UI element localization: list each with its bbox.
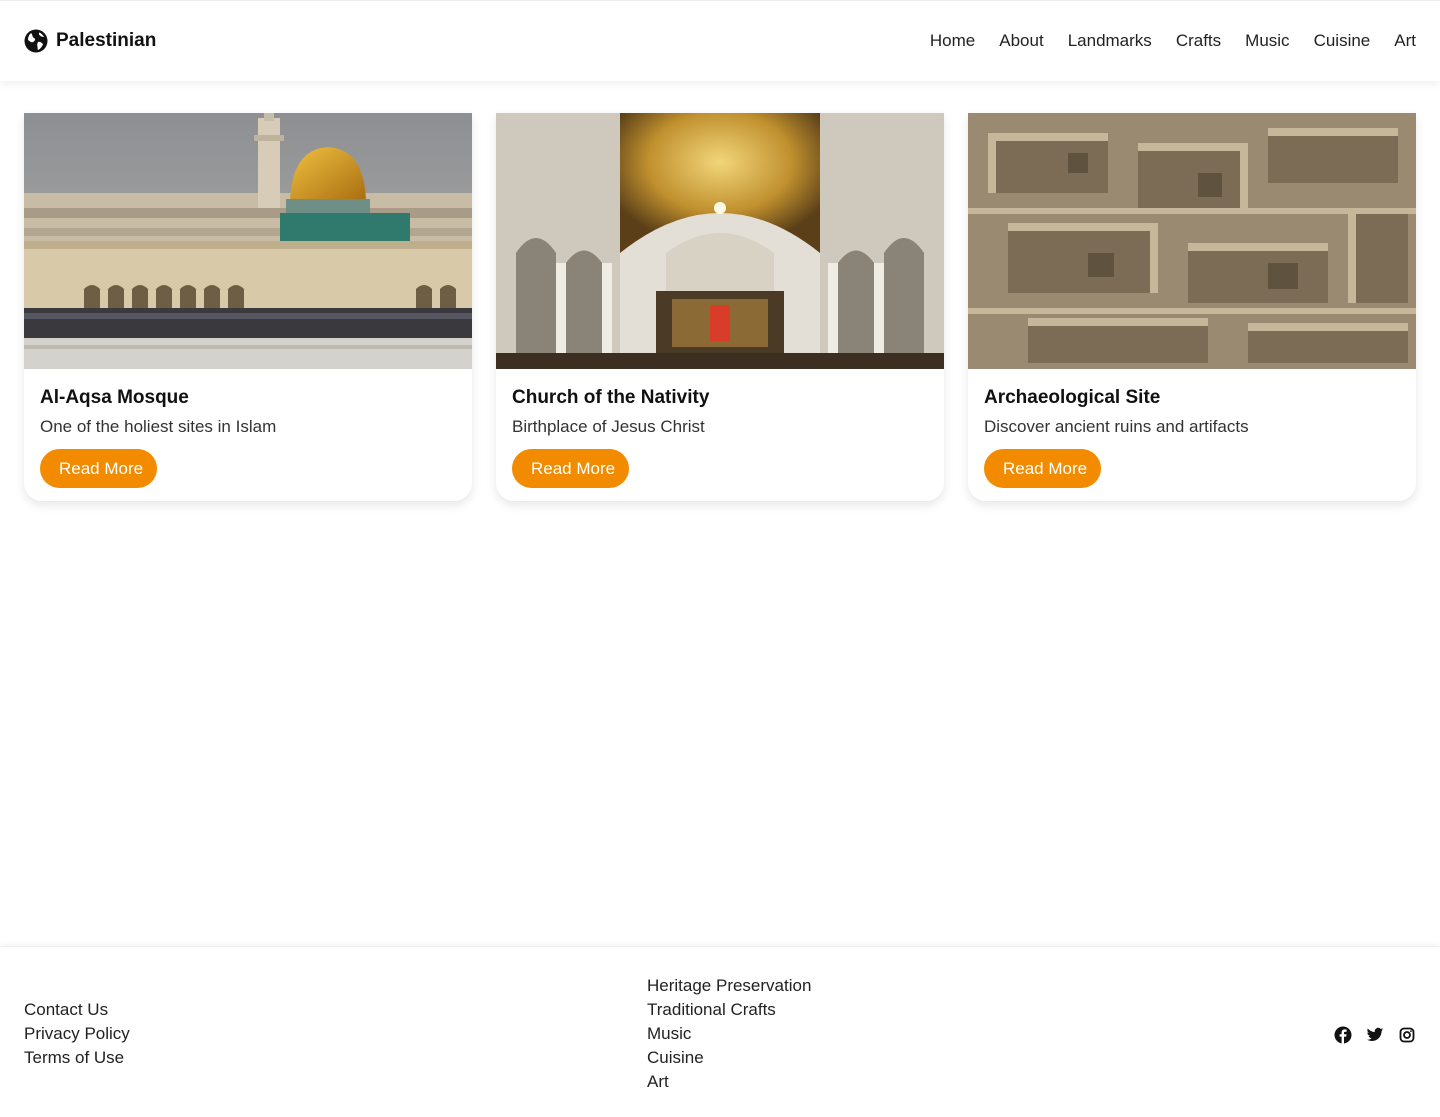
- footer-legal-links: Contact Us Privacy Policy Terms of Use: [24, 1000, 130, 1067]
- nav-crafts[interactable]: Crafts: [1176, 31, 1221, 51]
- nav-art[interactable]: Art: [1394, 31, 1416, 51]
- card-description: Birthplace of Jesus Christ: [512, 417, 705, 436]
- brand-name: Palestinian: [56, 30, 157, 51]
- read-more-button[interactable]: Read More: [512, 449, 630, 488]
- read-more-button[interactable]: Read More: [40, 449, 158, 488]
- card-church-of-the-nativity: Church of the Nativity Birthplace of Jes…: [496, 113, 944, 501]
- nav-home[interactable]: Home: [930, 31, 975, 51]
- card-description: Discover ancient ruins and artifacts: [984, 417, 1249, 436]
- mosque-photo: [24, 113, 472, 369]
- main-nav: Home About Landmarks Crafts Music Cuisin…: [930, 31, 1416, 51]
- landmark-cards: Al-Aqsa Mosque One of the holiest sites …: [24, 113, 1416, 501]
- facebook-icon[interactable]: [1334, 1026, 1352, 1044]
- instagram-icon[interactable]: [1398, 1026, 1416, 1044]
- card-title: Al-Aqsa Mosque: [40, 387, 189, 408]
- brand[interactable]: Palestinian: [24, 29, 156, 53]
- footer-link-heritage[interactable]: Heritage Preservation: [647, 976, 811, 995]
- footer-link-crafts[interactable]: Traditional Crafts: [647, 1000, 811, 1019]
- footer-link-cuisine[interactable]: Cuisine: [647, 1048, 811, 1067]
- site-footer: Contact Us Privacy Policy Terms of Use H…: [0, 946, 1440, 1117]
- footer-link-privacy[interactable]: Privacy Policy: [24, 1024, 130, 1043]
- church-interior-photo: [496, 113, 944, 369]
- globe-icon: [24, 29, 48, 53]
- nav-about[interactable]: About: [999, 31, 1043, 51]
- footer-link-terms[interactable]: Terms of Use: [24, 1048, 130, 1067]
- card-al-aqsa: Al-Aqsa Mosque One of the holiest sites …: [24, 113, 472, 501]
- card-title: Archaeological Site: [984, 387, 1161, 408]
- card-archaeological-site: Archaeological Site Discover ancient rui…: [968, 113, 1416, 501]
- footer-link-contact[interactable]: Contact Us: [24, 1000, 130, 1019]
- social-links: [1334, 1026, 1416, 1044]
- ruins-photo: [968, 113, 1416, 369]
- read-more-button[interactable]: Read More: [984, 449, 1102, 488]
- footer-link-art[interactable]: Art: [647, 1072, 811, 1091]
- card-description: One of the holiest sites in Islam: [40, 417, 277, 436]
- footer-link-music[interactable]: Music: [647, 1024, 811, 1043]
- card-title: Church of the Nativity: [512, 387, 710, 408]
- nav-landmarks[interactable]: Landmarks: [1068, 31, 1152, 51]
- site-header: Palestinian Home About Landmarks Crafts …: [0, 0, 1440, 81]
- nav-cuisine[interactable]: Cuisine: [1314, 31, 1371, 51]
- footer-topic-links: Heritage Preservation Traditional Crafts…: [647, 976, 811, 1091]
- twitter-icon[interactable]: [1366, 1026, 1384, 1044]
- nav-music[interactable]: Music: [1245, 31, 1289, 51]
